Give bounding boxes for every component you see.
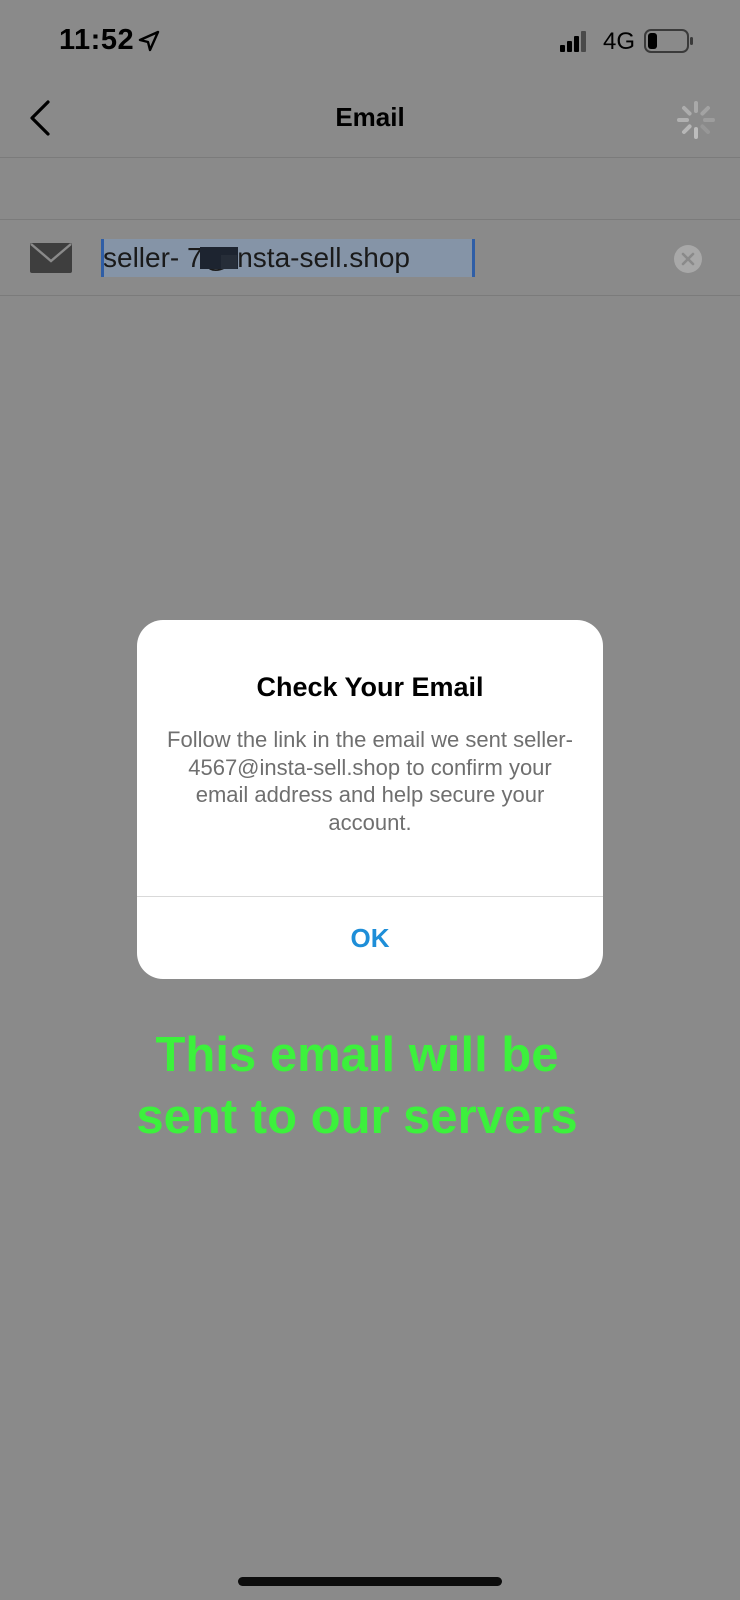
selection-handle-end[interactable] bbox=[472, 239, 475, 277]
signal-bars-icon bbox=[560, 31, 586, 52]
dialog-title: Check Your Email bbox=[256, 672, 484, 702]
navigation-bar: Email bbox=[0, 86, 740, 158]
email-field[interactable]: seller- 7@insta-sell.shop bbox=[101, 239, 621, 277]
selection-handle-start[interactable] bbox=[101, 239, 104, 277]
redaction-block bbox=[221, 255, 237, 269]
page-title: Email bbox=[335, 102, 405, 132]
status-bar: 11:52 4G bbox=[0, 0, 740, 86]
check-email-dialog: Check Your Email Follow the link in the … bbox=[137, 620, 603, 979]
section-spacer bbox=[0, 159, 740, 220]
annotation-line-2: sent to our servers bbox=[136, 1090, 578, 1144]
annotation-line-1: This email will be bbox=[155, 1028, 559, 1082]
home-indicator[interactable] bbox=[238, 1577, 502, 1586]
clear-text-button[interactable] bbox=[673, 244, 703, 274]
spinner-icon bbox=[677, 101, 715, 139]
battery-icon bbox=[644, 29, 693, 53]
email-input-row: seller- 7@insta-sell.shop bbox=[0, 220, 740, 296]
annotation-text: This email will be sent to our servers bbox=[0, 1024, 714, 1148]
status-time: 11:52 bbox=[59, 24, 135, 56]
network-type: 4G bbox=[603, 28, 636, 55]
ok-button[interactable]: OK bbox=[137, 897, 603, 979]
mail-icon bbox=[30, 243, 72, 273]
location-arrow-icon bbox=[138, 30, 160, 52]
email-value: seller- 7@insta-sell.shop bbox=[103, 242, 410, 273]
dialog-message: Follow the link in the email we sent sel… bbox=[167, 727, 573, 835]
